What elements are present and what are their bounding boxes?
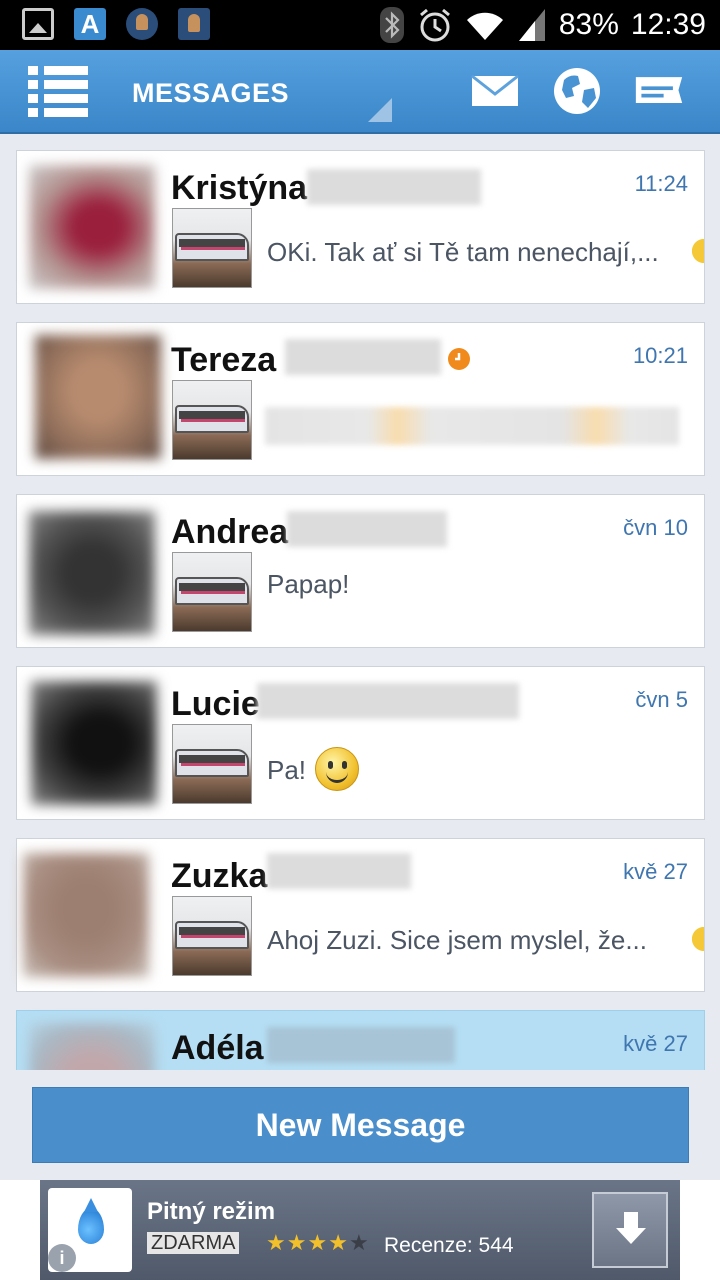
ad-free-badge: ZDARMA — [147, 1232, 240, 1254]
title-dropdown-indicator[interactable] — [368, 98, 392, 122]
contact-avatar — [23, 853, 149, 977]
message-preview: Pa! — [267, 755, 307, 785]
contact-name: Adéla — [171, 1029, 264, 1067]
status-bar: A 83% 12:39 — [0, 0, 720, 50]
emoticon-icon — [690, 925, 704, 953]
name-obscured — [287, 511, 447, 547]
conversation-item[interactable]: Tereza 10:21 — [16, 322, 705, 476]
mail-icon[interactable] — [470, 66, 520, 116]
new-message-button[interactable]: New Message — [32, 1087, 689, 1163]
message-preview: Papap! — [267, 569, 350, 599]
bluetooth-icon — [379, 7, 404, 43]
ad-reviews-count: Recenze: 544 — [384, 1234, 514, 1257]
name-obscured — [285, 339, 441, 375]
message-time: čvn 5 — [635, 687, 688, 712]
conversation-item[interactable]: Andrea čvn 10 Papap! — [16, 494, 705, 648]
message-time: 10:21 — [632, 343, 688, 368]
contact-name: Tereza — [171, 341, 277, 379]
signal-icon — [518, 9, 545, 41]
contact-name: Kristýna — [171, 169, 308, 207]
rating-star-icon: ★ — [348, 1230, 370, 1255]
smiley-emoticon-icon — [315, 747, 359, 791]
name-obscured — [257, 683, 519, 719]
contact-avatar — [29, 165, 155, 289]
rating-star-icon: ★ — [266, 1230, 287, 1255]
message-time: kvě 27 — [623, 1031, 688, 1056]
globe-icon[interactable] — [552, 66, 602, 116]
sender-thumbnail — [172, 380, 252, 460]
name-obscured — [267, 1027, 455, 1063]
contact-avatar — [29, 1023, 155, 1070]
contact-name: Lucie — [171, 685, 260, 723]
conversation-item-selected[interactable]: Adéla kvě 27 — [16, 1010, 705, 1070]
ad-info-icon[interactable]: i — [48, 1244, 76, 1272]
conversation-list[interactable]: Kristýna 11:24 OKi. Tak ať si Tě tam nen… — [0, 136, 720, 1070]
name-obscured — [267, 853, 411, 889]
contact-name: Zuzka — [171, 857, 268, 895]
menu-icon[interactable] — [28, 66, 88, 117]
app-header: MESSAGES — [0, 50, 720, 134]
rating-star-icon: ★ — [286, 1230, 308, 1255]
wifi-icon — [466, 12, 503, 41]
image-notification-icon — [22, 8, 54, 40]
pending-clock-icon — [448, 348, 470, 370]
battery-percentage: 83% — [558, 8, 619, 41]
contact-avatar — [35, 335, 161, 459]
conversation-item[interactable]: Kristýna 11:24 OKi. Tak ať si Tě tam nen… — [16, 150, 705, 304]
message-time: čvn 10 — [623, 515, 688, 540]
sender-thumbnail — [172, 896, 252, 976]
ad-app-title: Pitný režim — [147, 1198, 276, 1225]
a-app-notification-icon: A — [74, 8, 106, 40]
contact-name: Andrea — [171, 513, 289, 551]
ad-rating-stars: ★★★★★ — [266, 1232, 370, 1254]
message-preview-obscured — [265, 407, 679, 445]
conversation-item[interactable]: Lucie čvn 5 Pa! — [16, 666, 705, 820]
avatar-notification-icon-2 — [178, 8, 210, 40]
name-obscured — [307, 169, 481, 205]
contact-avatar — [31, 681, 157, 805]
sender-thumbnail — [172, 208, 252, 288]
emoticon-icon — [690, 237, 704, 265]
message-preview: OKi. Tak ať si Tě tam nenechají,... — [267, 237, 659, 267]
ad-banner[interactable]: i Pitný režim ZDARMA ★★★★★ Recenze: 544 — [40, 1180, 680, 1280]
sender-thumbnail — [172, 552, 252, 632]
message-preview: Ahoj Zuzi. Sice jsem myslel, že... — [267, 925, 647, 955]
download-arrow-icon[interactable] — [592, 1192, 668, 1268]
message-board-icon[interactable] — [634, 66, 684, 116]
rating-star-icon: ★ — [307, 1230, 329, 1255]
conversation-item[interactable]: Zuzka kvě 27 Ahoj Zuzi. Sice jsem myslel… — [16, 838, 705, 992]
clock: 12:39 — [630, 8, 706, 41]
header-title[interactable]: MESSAGES — [132, 78, 289, 109]
message-time: kvě 27 — [623, 859, 688, 884]
sender-thumbnail — [172, 724, 252, 804]
avatar-notification-icon — [126, 8, 158, 40]
alarm-icon — [419, 8, 450, 42]
contact-avatar — [29, 511, 155, 635]
message-time: 11:24 — [634, 171, 688, 196]
rating-star-icon: ★ — [328, 1230, 349, 1255]
